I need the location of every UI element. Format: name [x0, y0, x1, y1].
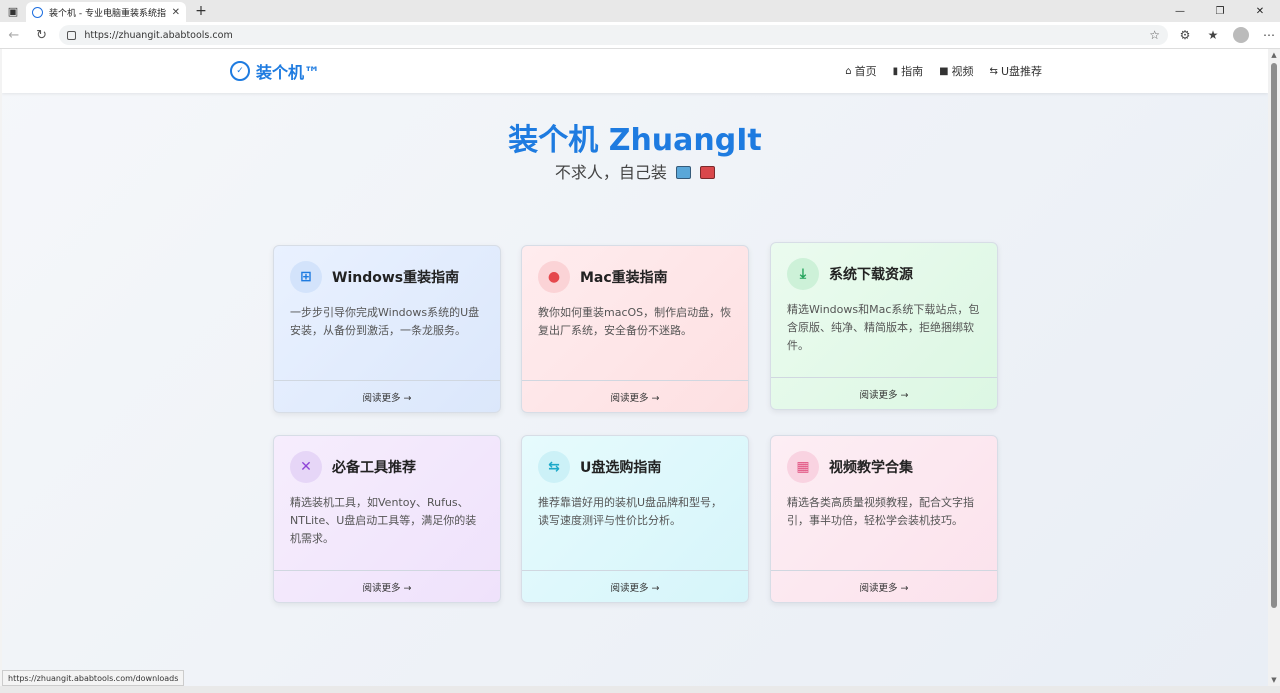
- card-title: 必备工具推荐: [332, 460, 416, 476]
- read-more-link[interactable]: 阅读更多 →: [522, 570, 748, 602]
- avatar: [1232, 27, 1249, 43]
- more-menu-icon[interactable]: ⋯: [1258, 24, 1280, 46]
- card-title: 视频教学合集: [829, 460, 913, 476]
- new-tab-button[interactable]: +: [190, 1, 212, 21]
- card-description: 推荐靠谱好用的装机U盘品牌和型号，读写速度测评与性价比分析。: [538, 496, 723, 527]
- tab-actions-icon[interactable]: ▣: [0, 0, 26, 22]
- read-more-link[interactable]: 阅读更多 →: [522, 380, 748, 412]
- book-icon: ▮: [892, 65, 899, 77]
- video-icon: ■: [939, 65, 949, 77]
- card-title: Mac重装指南: [580, 270, 668, 286]
- profile-avatar[interactable]: [1230, 24, 1252, 46]
- favicon-icon: [32, 6, 43, 18]
- film-icon: ▦: [787, 451, 819, 483]
- card-system-downloads[interactable]: ⤓ 系统下载资源 精选Windows和Mac系统下载站点，包含原版、纯净、精简版…: [770, 242, 998, 410]
- scroll-down-icon[interactable]: ▼: [1268, 674, 1280, 686]
- hero-subtitle-text: 不求人，自己装: [554, 163, 667, 182]
- scroll-up-icon[interactable]: ▲: [1268, 49, 1280, 61]
- card-title: U盘选购指南: [580, 460, 662, 476]
- window-controls: — ❐ ✕: [1160, 0, 1280, 22]
- favorites-icon[interactable]: ★: [1202, 24, 1224, 46]
- scrollbar-thumb[interactable]: [1271, 63, 1277, 608]
- address-bar: ← ↻ https://zhuangit.ababtools.com ☆ ⚙ ★…: [0, 22, 1280, 49]
- read-more-link[interactable]: 阅读更多 →: [771, 570, 997, 602]
- favorite-star-icon[interactable]: ☆: [1149, 28, 1160, 42]
- link-status-bar: https://zhuangit.ababtools.com/downloads: [2, 670, 185, 686]
- url-field[interactable]: https://zhuangit.ababtools.com ☆: [59, 25, 1168, 45]
- nav-label: 指南: [901, 65, 924, 78]
- hero-title: 装个机 ZhuangIt: [508, 123, 762, 158]
- browser-tab[interactable]: 装个机 - 专业电脑重装系统指南教 ✕: [26, 2, 186, 22]
- nav-item-guide[interactable]: ▮ 指南: [893, 63, 924, 79]
- download-icon: ⤓: [787, 258, 819, 290]
- site-info-icon[interactable]: [67, 30, 77, 40]
- browser-tab-bar: ▣ 装个机 - 专业电脑重装系统指南教 ✕ + — ❐ ✕: [0, 0, 1280, 22]
- logo-icon: ✓: [230, 61, 250, 81]
- nav-item-usb[interactable]: ⇆ U盘推荐: [990, 63, 1042, 79]
- page-viewport: ✓ 装个机™ ⌂ 首页 ▮ 指南 ■ 视频 ⇆ U盘推荐 装个机 ZhuangI…: [2, 49, 1268, 686]
- home-icon: ⌂: [845, 65, 852, 77]
- refresh-icon[interactable]: ↻: [28, 22, 56, 49]
- logo-text: 装个机™: [256, 63, 321, 82]
- card-title: Windows重装指南: [332, 270, 460, 286]
- card-usb-guide[interactable]: ⇆ U盘选购指南 推荐靠谱好用的装机U盘品牌和型号，读写速度测评与性价比分析。 …: [521, 435, 749, 603]
- read-more-link[interactable]: 阅读更多 →: [274, 380, 500, 412]
- windows-icon: ⊞: [290, 261, 322, 293]
- close-window-icon[interactable]: ✕: [1240, 0, 1280, 22]
- card-video-tutorials[interactable]: ▦ 视频教学合集 精选各类高质量视频教程，配合文字指引，事半功倍，轻松学会装机技…: [770, 435, 998, 603]
- card-description: 精选各类高质量视频教程，配合文字指引，事半功倍，轻松学会装机技巧。: [787, 496, 974, 527]
- tools-icon: ✕: [290, 451, 322, 483]
- site-header: ✓ 装个机™ ⌂ 首页 ▮ 指南 ■ 视频 ⇆ U盘推荐: [2, 49, 1268, 93]
- nav-label: 首页: [854, 65, 877, 78]
- read-more-link[interactable]: 阅读更多 →: [771, 377, 997, 409]
- tab-title: 装个机 - 专业电脑重装系统指南教: [49, 8, 166, 19]
- back-icon[interactable]: ←: [0, 22, 28, 49]
- site-logo[interactable]: ✓ 装个机™: [230, 59, 320, 83]
- card-description: 精选Windows和Mac系统下载站点，包含原版、纯净、精简版本，拒绝捆绑软件。: [787, 303, 980, 352]
- read-more-link[interactable]: 阅读更多 →: [274, 570, 500, 602]
- usb-icon: ⇆: [989, 65, 998, 77]
- card-windows-guide[interactable]: ⊞ Windows重装指南 一步步引导你完成Windows系统的U盘安装，从备份…: [273, 245, 501, 413]
- close-tab-icon[interactable]: ✕: [172, 7, 180, 18]
- card-description: 精选装机工具，如Ventoy、Rufus、NTLite、U盘启动工具等，满足你的…: [290, 496, 477, 545]
- card-title: 系统下载资源: [829, 267, 913, 283]
- toolbar-icons: ⚙ ★ ⋯: [1174, 24, 1280, 46]
- url-text: https://zhuangit.ababtools.com: [84, 29, 233, 41]
- nav-label: 视频: [951, 65, 974, 78]
- computer-icon: [676, 166, 691, 179]
- card-description: 教你如何重装macOS，制作启动盘，恢复出厂系统，安全备份不迷路。: [538, 306, 732, 337]
- extensions-icon[interactable]: ⚙: [1174, 24, 1196, 46]
- nav-label: U盘推荐: [1000, 65, 1042, 78]
- hero-subtitle: 不求人，自己装: [2, 159, 1268, 183]
- restore-icon[interactable]: ❐: [1200, 0, 1240, 22]
- usb-icon: ⇆: [538, 451, 570, 483]
- apple-icon: ●: [538, 261, 570, 293]
- card-tools[interactable]: ✕ 必备工具推荐 精选装机工具，如Ventoy、Rufus、NTLite、U盘启…: [273, 435, 501, 603]
- main-nav: ⌂ 首页 ▮ 指南 ■ 视频 ⇆ U盘推荐: [845, 63, 1042, 79]
- toolbox-icon: [700, 166, 716, 179]
- nav-item-home[interactable]: ⌂ 首页: [845, 63, 876, 79]
- bottom-strip: [0, 686, 1280, 693]
- card-description: 一步步引导你完成Windows系统的U盘安装，从备份到激活，一条龙服务。: [290, 306, 480, 337]
- card-mac-guide[interactable]: ● Mac重装指南 教你如何重装macOS，制作启动盘，恢复出厂系统，安全备份不…: [521, 245, 749, 413]
- page-scrollbar[interactable]: ▲ ▼: [1268, 49, 1280, 686]
- nav-item-video[interactable]: ■ 视频: [939, 63, 973, 79]
- minimize-icon[interactable]: —: [1160, 0, 1200, 22]
